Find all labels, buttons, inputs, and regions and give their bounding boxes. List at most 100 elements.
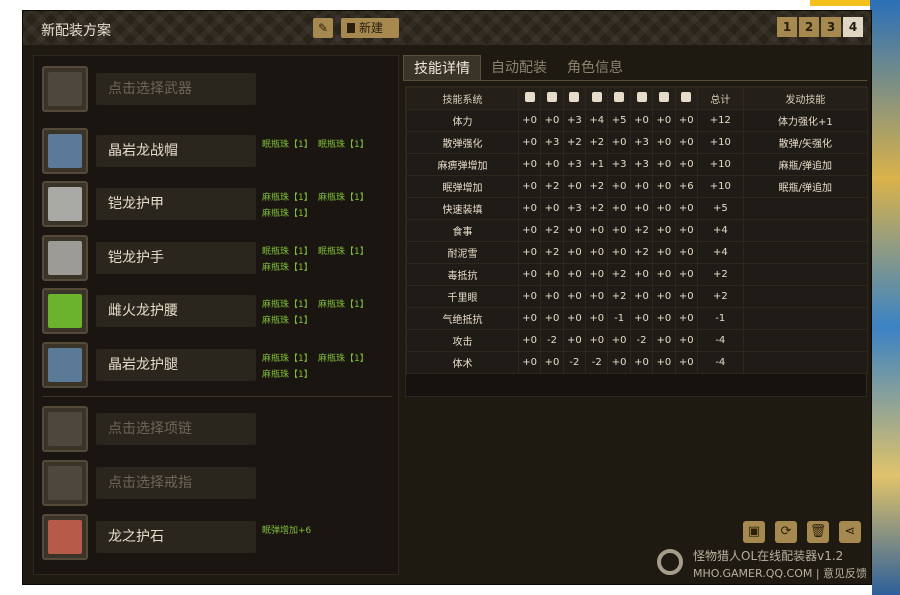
tab-character-info[interactable]: 角色信息 xyxy=(557,55,633,81)
skill-part-value: +0 xyxy=(652,153,676,176)
skill-part-value: +5 xyxy=(607,109,631,132)
skill-part-value: +0 xyxy=(517,175,542,198)
skill-total: +10 xyxy=(696,131,744,154)
equip-row-chest[interactable]: 铠龙护甲 麻瓶珠【1】 麻瓶珠【1】麻瓶珠【1】 xyxy=(42,181,392,227)
slot-tab-1[interactable]: 1 xyxy=(777,17,797,37)
skill-part-value: +2 xyxy=(540,175,564,198)
document-icon xyxy=(347,23,355,33)
skill-part-value: +0 xyxy=(652,241,676,264)
detail-panel: 技能详情 自动配装 角色信息 技能系统 总计 发动技能 体力 +0 +0 +3 … xyxy=(403,55,869,575)
tab-auto-build[interactable]: 自动配装 xyxy=(481,55,557,81)
skill-activated: 体力强化+1 xyxy=(742,109,869,132)
skill-total: +4 xyxy=(696,219,744,242)
background-image-strip xyxy=(870,0,900,595)
equip-row-arms[interactable]: 铠龙护手 眠瓶珠【1】 眠瓶珠【1】麻瓶珠【1】 xyxy=(42,235,392,281)
skill-part-value: +0 xyxy=(540,351,564,374)
gem-slot: 麻瓶珠【1】 xyxy=(262,193,313,203)
skill-part-value: +2 xyxy=(585,197,609,220)
skill-name: 麻痹弹增加 xyxy=(406,153,519,176)
equip-name-chest[interactable]: 铠龙护甲 xyxy=(96,188,256,220)
equip-row-charm[interactable]: 龙之护石 眠弹增加+6 xyxy=(42,514,392,560)
skill-part-value: +1 xyxy=(585,153,609,176)
footer-link[interactable]: MHO.GAMER.QQ.COM | 意见反馈 xyxy=(693,565,867,581)
skill-name: 体力 xyxy=(406,109,519,132)
weapon-part-icon xyxy=(517,87,542,110)
skill-row: 气绝抵抗 +0 +0 +0 +0 -1 +0 +0 +0 -1 xyxy=(406,307,869,330)
equip-row-weapon[interactable]: 点击选择武器 xyxy=(42,66,392,112)
waist-icon xyxy=(42,288,88,334)
skill-part-value: +0 xyxy=(517,307,542,330)
skill-part-value: +3 xyxy=(629,153,654,176)
skill-activated xyxy=(742,197,869,220)
new-plan-label: 新建 xyxy=(359,21,384,35)
save-icon[interactable]: ▣ xyxy=(743,521,765,543)
waist-part-icon xyxy=(607,87,631,110)
skill-table-header: 技能系统 总计 发动技能 xyxy=(406,87,869,110)
equip-name-weapon[interactable]: 点击选择武器 xyxy=(96,73,256,105)
skill-part-value: +0 xyxy=(652,329,676,352)
skill-part-value: +0 xyxy=(517,153,542,176)
equip-name-arms[interactable]: 铠龙护手 xyxy=(96,242,256,274)
share-icon[interactable]: ⋖ xyxy=(839,521,861,543)
skill-part-value: +0 xyxy=(674,329,698,352)
skill-part-value: -2 xyxy=(540,329,564,352)
gem-list-charm: 眠弹增加+6 xyxy=(262,523,392,539)
header-skill-system: 技能系统 xyxy=(406,87,519,110)
skill-part-value: +2 xyxy=(540,219,564,242)
skill-part-value: +0 xyxy=(585,263,609,286)
equip-row-waist[interactable]: 雌火龙护腰 麻瓶珠【1】 麻瓶珠【1】麻瓶珠【1】 xyxy=(42,288,392,334)
equip-row-legs[interactable]: 晶岩龙护腿 麻瓶珠【1】 麻瓶珠【1】麻瓶珠【1】 xyxy=(42,342,392,388)
skill-part-value: -1 xyxy=(607,307,631,330)
equip-row-helm[interactable]: 晶岩龙战帽 眠瓶珠【1】 眠瓶珠【1】 xyxy=(42,128,392,174)
tab-skill-details[interactable]: 技能详情 xyxy=(403,55,481,81)
skill-part-value: +0 xyxy=(562,219,587,242)
new-plan-button[interactable]: 新建 xyxy=(341,18,399,38)
gem-slot: 麻瓶珠【1】 xyxy=(262,316,313,326)
equip-name-waist[interactable]: 雌火龙护腰 xyxy=(96,295,256,327)
skill-part-value: +0 xyxy=(652,175,676,198)
equip-name-ring[interactable]: 点击选择戒指 xyxy=(96,467,256,499)
skill-part-value: +0 xyxy=(517,329,542,352)
plan-title: 新配装方案 xyxy=(41,23,111,39)
slot-tab-4[interactable]: 4 xyxy=(843,17,863,37)
gem-slot: 麻瓶珠【1】 xyxy=(262,354,313,364)
delete-icon[interactable]: 🗑 xyxy=(807,521,829,543)
skill-part-value: +0 xyxy=(652,263,676,286)
skill-part-value: +0 xyxy=(652,197,676,220)
chest-icon xyxy=(42,181,88,227)
slot-tab-2[interactable]: 2 xyxy=(799,17,819,37)
skill-name: 千里眼 xyxy=(406,285,519,308)
skill-name: 眠弹增加 xyxy=(406,175,519,198)
skill-part-value: +0 xyxy=(607,241,631,264)
helm-icon xyxy=(42,128,88,174)
equip-name-helm[interactable]: 晶岩龙战帽 xyxy=(96,135,256,167)
skill-part-value: +0 xyxy=(517,109,542,132)
skill-name: 攻击 xyxy=(406,329,519,352)
skill-row: 体力 +0 +0 +3 +4 +5 +0 +0 +0 +12 体力强化+1 xyxy=(406,109,869,132)
equip-name-legs[interactable]: 晶岩龙护腿 xyxy=(96,349,256,381)
gem-slot: 麻瓶珠【1】 xyxy=(318,354,369,364)
skill-part-value: +2 xyxy=(629,241,654,264)
skill-part-value: +0 xyxy=(540,285,564,308)
skill-part-value: +0 xyxy=(629,109,654,132)
edit-icon[interactable]: ✎ xyxy=(313,18,333,38)
equip-row-necklace[interactable]: 点击选择项链 xyxy=(42,406,392,452)
logo-icon xyxy=(657,549,683,575)
refresh-icon[interactable]: ⟳ xyxy=(775,521,797,543)
skill-part-value: +0 xyxy=(585,329,609,352)
skill-part-value: +0 xyxy=(585,241,609,264)
skill-total: +10 xyxy=(696,175,744,198)
skill-part-value: +0 xyxy=(540,153,564,176)
equip-name-charm[interactable]: 龙之护石 xyxy=(96,521,256,553)
skill-activated xyxy=(742,241,869,264)
skill-total: -4 xyxy=(696,351,744,374)
slot-tab-3[interactable]: 3 xyxy=(821,17,841,37)
equip-row-ring[interactable]: 点击选择戒指 xyxy=(42,460,392,506)
equip-name-necklace[interactable]: 点击选择项链 xyxy=(96,413,256,445)
gem-slot: 麻瓶珠【1】 xyxy=(262,209,313,219)
gem-slot: 麻瓶珠【1】 xyxy=(318,193,369,203)
skill-part-value: +2 xyxy=(585,175,609,198)
gem-slot: 麻瓶珠【1】 xyxy=(262,370,313,380)
weapon-icon xyxy=(42,66,88,112)
skill-part-value: +2 xyxy=(607,285,631,308)
